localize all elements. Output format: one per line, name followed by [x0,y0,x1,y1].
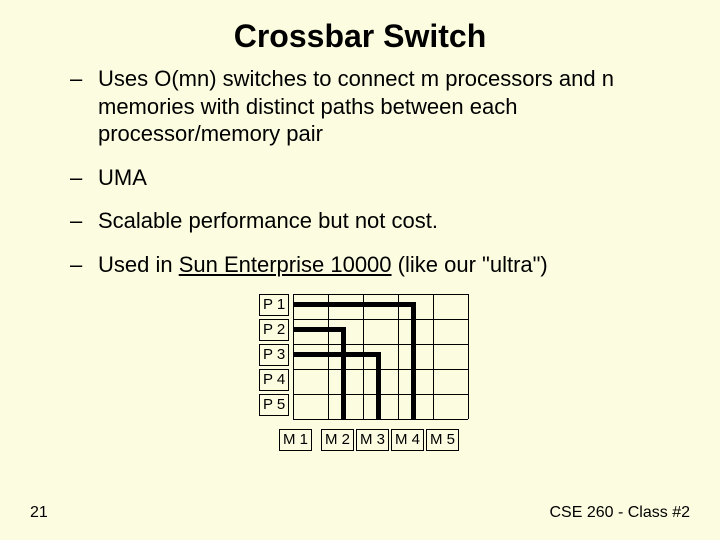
bullet-list: – Uses O(mn) switches to connect m proce… [0,65,720,278]
grid [293,294,468,419]
bullet-dash: – [70,164,98,192]
bullet-dash: – [70,251,98,279]
bullet-item: – Used in Sun Enterprise 10000 (like our… [70,251,660,279]
processor-label: P 5 [259,394,289,416]
bullet-text: Uses O(mn) switches to connect m process… [98,65,660,148]
course-label: CSE 260 - Class #2 [549,504,690,522]
memory-label: M 2 [321,429,354,451]
bullet-dash: – [70,207,98,235]
bullet-item: – Uses O(mn) switches to connect m proce… [70,65,660,148]
processor-label: P 3 [259,344,289,366]
page-number: 21 [30,504,48,522]
bullet-text: Used in Sun Enterprise 10000 (like our "… [98,251,660,279]
bullet-text: Scalable performance but not cost. [98,207,660,235]
bullet-text: UMA [98,164,660,192]
bullet-item: – Scalable performance but not cost. [70,207,660,235]
memory-label: M 5 [426,429,459,451]
crossbar-diagram: P 1 P 2 P 3 P 4 P 5 M 1 M 2 M 3 M 4 M 5 [235,294,485,474]
memory-label: M 1 [279,429,312,451]
memory-label: M 4 [391,429,424,451]
processor-label: P 4 [259,369,289,391]
processor-label: P 2 [259,319,289,341]
memory-label: M 3 [356,429,389,451]
bullet-item: – UMA [70,164,660,192]
slide-title: Crossbar Switch [0,0,720,65]
bullet-dash: – [70,65,98,148]
processor-label: P 1 [259,294,289,316]
